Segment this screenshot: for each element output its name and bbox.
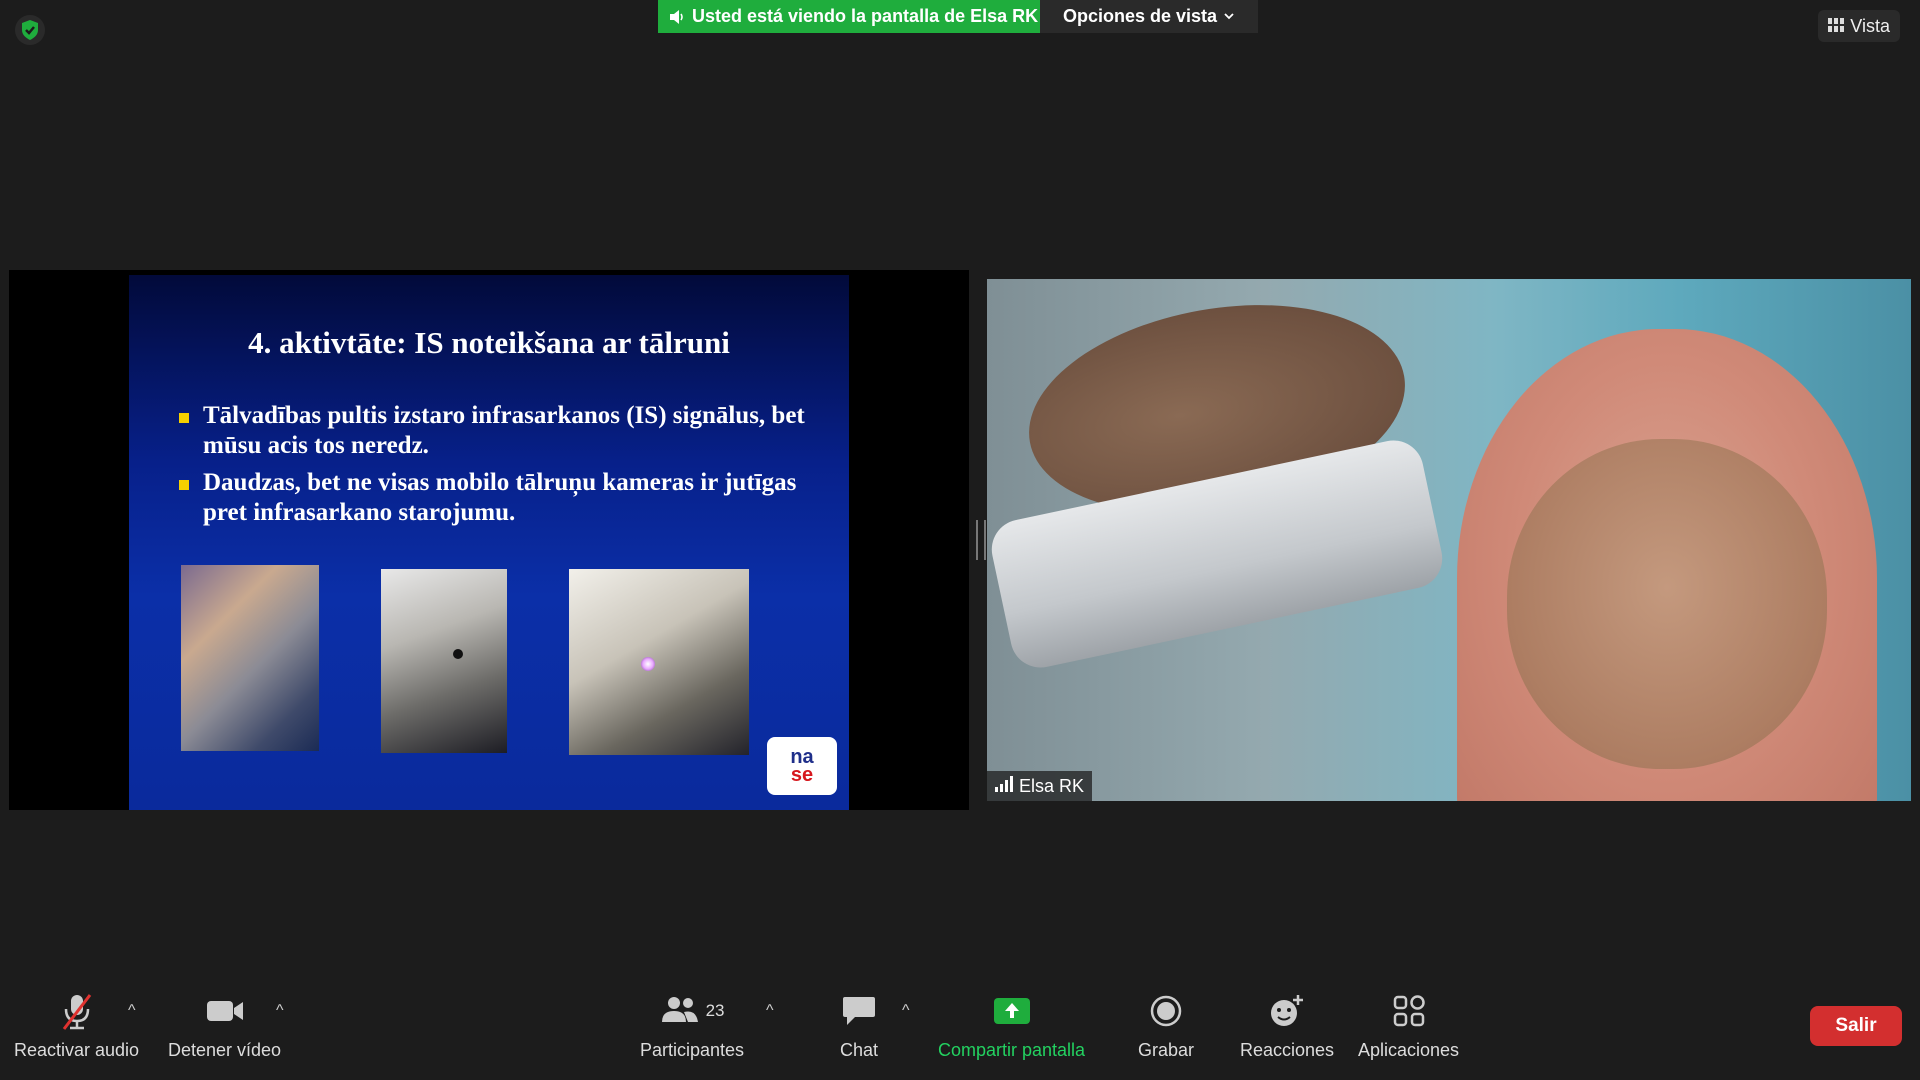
participants-options-caret[interactable]: ^ xyxy=(766,1002,774,1020)
bullet-text: Daudzas, bet ne visas mobilo tālruņu kam… xyxy=(203,469,797,526)
record-button[interactable]: Grabar xyxy=(1138,990,1194,1061)
participant-name: Elsa RK xyxy=(1019,775,1085,796)
security-shield-icon[interactable] xyxy=(14,14,46,46)
share-screen-label: Compartir pantalla xyxy=(938,1040,1086,1060)
unmute-audio-button[interactable]: Reactivar audio xyxy=(14,990,139,1061)
slide-photo-remote-led-off xyxy=(381,569,507,753)
shared-screen[interactable]: 4. aktivtāte: IS noteikšana ar tālruni T… xyxy=(9,270,969,810)
view-button-label: Vista xyxy=(1850,15,1890,36)
video-camera-icon xyxy=(205,990,245,1032)
record-label: Grabar xyxy=(1138,1040,1195,1060)
participants-count: 23 xyxy=(705,1001,725,1020)
record-icon xyxy=(1149,990,1183,1032)
chat-button[interactable]: Chat xyxy=(840,990,878,1061)
slide-bullet: Daudzas, bet ne visas mobilo tālruņu kam… xyxy=(179,468,809,528)
muted-microphone-icon xyxy=(60,990,94,1032)
emoji-add-icon xyxy=(1268,990,1306,1032)
slide-title: 4. aktivtāte: IS noteikšana ar tālruni xyxy=(248,325,730,360)
nase-logo: na se xyxy=(767,737,837,795)
bullet-marker xyxy=(179,413,189,423)
view-options-label: Opciones de vista xyxy=(1062,6,1218,26)
slide-bullet: Tālvadības pultis izstaro infrasarkanos … xyxy=(179,401,809,461)
presentation-slide: 4. aktivtāte: IS noteikšana ar tālruni T… xyxy=(129,275,849,810)
reactions-button[interactable]: Reacciones xyxy=(1240,990,1334,1061)
stop-video-button[interactable]: Detener vídeo xyxy=(168,990,281,1061)
reactions-label: Reacciones xyxy=(1240,1040,1335,1060)
share-banner-text: Usted está viendo la pantalla de Elsa RK xyxy=(692,6,1039,26)
leave-button[interactable]: Salir xyxy=(1810,1006,1902,1046)
share-screen-button[interactable]: Compartir pantalla xyxy=(938,990,1085,1061)
chat-options-caret[interactable]: ^ xyxy=(902,1002,910,1020)
share-banner: Usted está viendo la pantalla de Elsa RK xyxy=(658,0,1040,33)
participants-button[interactable]: 23 Participantes xyxy=(640,990,744,1061)
bullet-marker xyxy=(179,480,189,490)
split-divider-handle[interactable] xyxy=(976,520,986,560)
stop-video-label: Detener vídeo xyxy=(168,1040,282,1060)
apps-label: Aplicaciones xyxy=(1358,1040,1460,1060)
grid-icon xyxy=(1828,16,1845,37)
meeting-toolbar: Reactivar audio ^ Detener vídeo ^ 23 Par xyxy=(0,984,1920,1080)
chat-label: Chat xyxy=(840,1040,879,1060)
video-options-caret[interactable]: ^ xyxy=(276,1002,284,1020)
participants-icon xyxy=(660,994,700,1029)
bullet-text: Tālvadības pultis izstaro infrasarkanos … xyxy=(203,402,805,459)
speaker-icon xyxy=(670,9,683,24)
apps-button[interactable]: Aplicaciones xyxy=(1358,990,1459,1061)
apps-icon xyxy=(1392,990,1426,1032)
participant-video[interactable]: Elsa RK xyxy=(987,279,1911,801)
audio-options-caret[interactable]: ^ xyxy=(128,1002,136,1020)
chat-bubble-icon xyxy=(841,990,877,1032)
signal-strength-icon xyxy=(995,775,1013,797)
chevron-down-icon xyxy=(1223,6,1235,27)
slide-photo-remote-in-hand xyxy=(181,565,319,751)
slide-photo-remote-led-on xyxy=(569,569,749,755)
participant-name-tag: Elsa RK xyxy=(987,771,1093,801)
view-options-button[interactable]: Opciones de vista xyxy=(1040,0,1258,33)
participants-label: Participantes xyxy=(640,1040,745,1060)
unmute-audio-label: Reactivar audio xyxy=(14,1040,140,1060)
share-screen-icon xyxy=(993,990,1031,1032)
view-button[interactable]: Vista xyxy=(1818,10,1900,42)
